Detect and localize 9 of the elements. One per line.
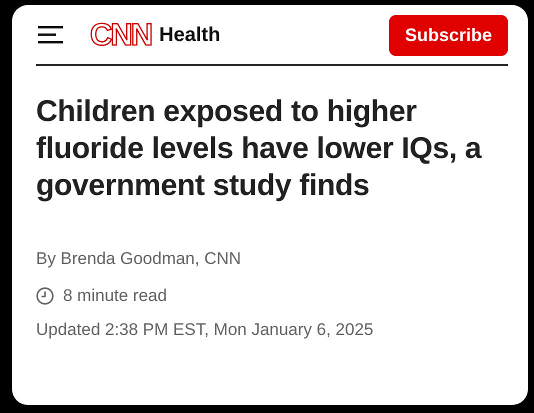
updated-time: Updated 2:38 PM EST, Mon January 6, 2025 bbox=[36, 320, 374, 340]
section-title[interactable]: Health bbox=[159, 24, 220, 46]
subscribe-button[interactable]: Subscribe bbox=[388, 14, 508, 56]
headline: Children exposed to higher fluoride levels have lower IQs, a government study finds bbox=[36, 94, 483, 204]
byline: By Brenda Goodman, CNN bbox=[36, 249, 242, 269]
clock-icon bbox=[36, 287, 54, 305]
logo[interactable]: CNN bbox=[90, 17, 152, 53]
read-time: 8 minute read bbox=[63, 286, 167, 306]
menu-icon[interactable] bbox=[38, 25, 64, 45]
